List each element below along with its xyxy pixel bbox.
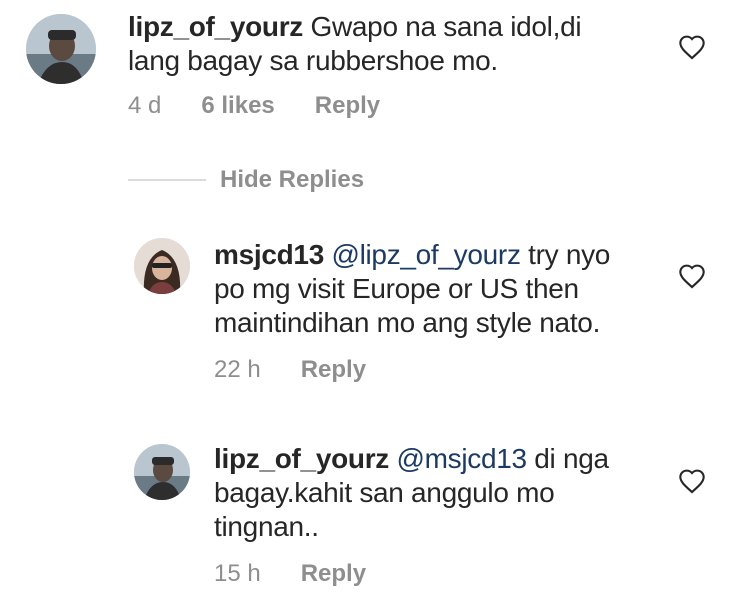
heart-outline-icon[interactable] <box>678 468 706 494</box>
comment-body-line: maintindihan mo ang style nato. <box>214 307 601 338</box>
divider <box>128 179 206 181</box>
comment-likes[interactable]: 6 likes <box>201 92 274 120</box>
hide-replies-toggle[interactable]: Hide Replies <box>128 166 364 194</box>
reply-item: lipz_of_yourz @msjcd13 di nga bagay.kahi… <box>0 432 750 601</box>
comment-body-line: lang bagay sa rubbershoe mo. <box>128 45 498 76</box>
comment-timestamp: 4 d <box>128 92 162 119</box>
avatar[interactable] <box>26 14 96 84</box>
avatar[interactable] <box>134 444 190 500</box>
avatar-image <box>26 14 96 84</box>
comment-meta: 15 h Reply <box>214 560 406 588</box>
comment-meta: 22 h Reply <box>214 356 406 384</box>
heart-outline-icon[interactable] <box>678 263 706 289</box>
avatar-image <box>134 444 190 500</box>
reply-button[interactable]: Reply <box>301 560 366 588</box>
reply-item: msjcd13 @lipz_of_yourz try nyo po mg vis… <box>0 230 750 400</box>
hide-replies-label[interactable]: Hide Replies <box>220 166 364 194</box>
reply-button[interactable]: Reply <box>301 356 366 384</box>
comment-text: msjcd13 @lipz_of_yourz try nyo po mg vis… <box>214 238 610 340</box>
reply-button[interactable]: Reply <box>315 92 380 120</box>
comment-body-line: tingnan.. <box>214 511 319 542</box>
comment-username[interactable]: lipz_of_yourz <box>214 443 389 474</box>
heart-outline-icon[interactable] <box>678 34 706 60</box>
comment-body-line: Gwapo na sana idol,di <box>303 11 582 42</box>
avatar-image <box>134 238 190 294</box>
comment-body-line: di nga <box>526 443 609 474</box>
comment-username[interactable]: lipz_of_yourz <box>128 11 303 42</box>
comment-timestamp: 15 h <box>214 560 261 587</box>
comment-timestamp: 22 h <box>214 356 261 383</box>
comment-item: lipz_of_yourz Gwapo na sana idol,di lang… <box>0 0 750 140</box>
avatar[interactable] <box>134 238 190 294</box>
comment-body-line: po mg visit Europe or US then <box>214 273 579 304</box>
comment-mention-link[interactable]: @lipz_of_yourz <box>331 239 521 270</box>
comment-text: lipz_of_yourz Gwapo na sana idol,di lang… <box>128 10 582 78</box>
comment-username[interactable]: msjcd13 <box>214 239 324 270</box>
comment-text: lipz_of_yourz @msjcd13 di nga bagay.kahi… <box>214 442 609 544</box>
comment-mention-link[interactable]: @msjcd13 <box>397 443 528 474</box>
comment-body-line: try nyo <box>520 239 611 270</box>
comment-body-line: bagay.kahit san anggulo mo <box>214 477 555 508</box>
comment-meta: 4 d 6 likes Reply <box>128 92 420 120</box>
